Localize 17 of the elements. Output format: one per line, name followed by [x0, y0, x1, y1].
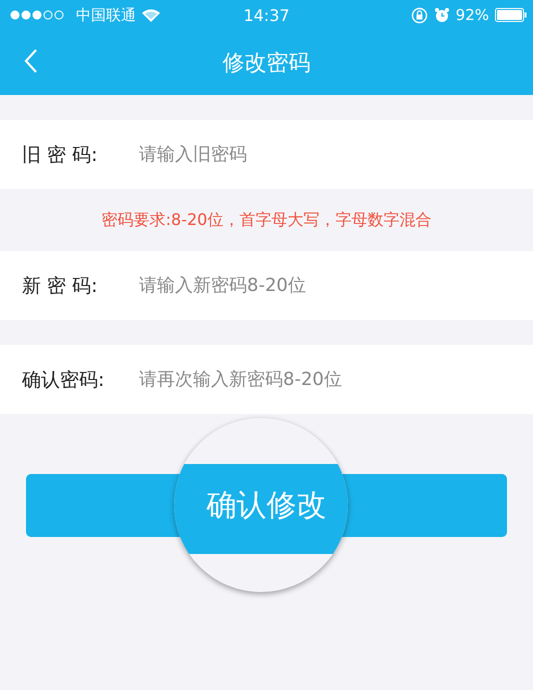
- password-field[interactable]: 请输入新密码8-20位: [137, 274, 533, 297]
- rotation-lock-icon: [410, 6, 428, 24]
- battery-percentage: 92%: [456, 6, 489, 24]
- password-field[interactable]: 请输入旧密码: [137, 143, 533, 166]
- back-button[interactable]: [24, 48, 38, 74]
- field-label: 确认密码:: [22, 368, 106, 392]
- back-icon: [24, 48, 38, 74]
- page-title: 修改密码: [222, 50, 310, 78]
- battery-icon: [495, 8, 527, 22]
- status-time: 14:37: [243, 6, 290, 24]
- alarm-icon: [434, 7, 450, 23]
- field-label: 新 密 码:: [22, 274, 98, 298]
- field-label: 旧 密 码:: [22, 142, 98, 168]
- wifi-icon: [142, 8, 160, 22]
- password-field[interactable]: 请再次输入新密码8-20位: [137, 368, 533, 391]
- carrier-name: 中国联通: [76, 6, 136, 24]
- password-requirement-text: 密码要求:8-20位，首字母大写，字母数字混合: [102, 210, 432, 230]
